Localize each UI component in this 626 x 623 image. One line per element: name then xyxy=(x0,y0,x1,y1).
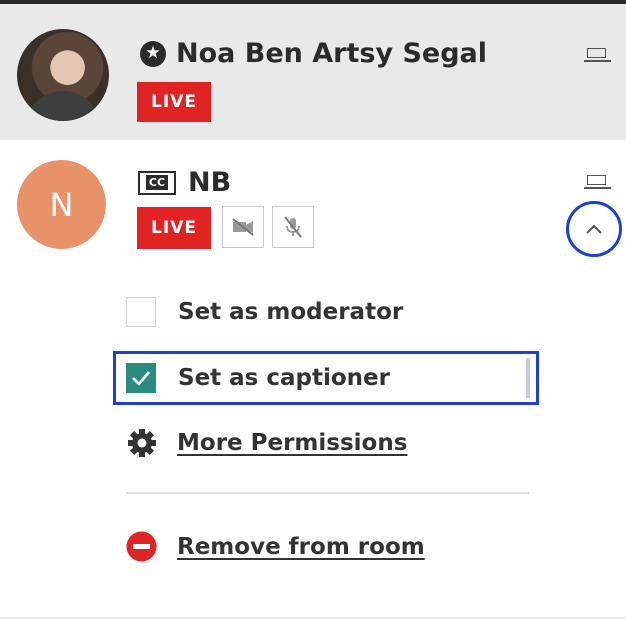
checkmark-icon xyxy=(132,371,150,386)
set-captioner-label: Set as captioner xyxy=(178,365,390,391)
moderator-checkbox[interactable] xyxy=(126,297,156,327)
set-moderator-option[interactable]: Set as moderator xyxy=(126,297,403,327)
live-badge: LIVE xyxy=(137,82,211,122)
bottom-border xyxy=(0,617,626,619)
participant-name-row: CC NB xyxy=(138,167,231,198)
participant-name-row: ★ Noa Ben Artsy Segal xyxy=(140,38,487,69)
star-badge-icon: ★ xyxy=(140,40,166,67)
closed-captions-icon: CC xyxy=(138,170,176,195)
participant-row-noa[interactable]: ★ Noa Ben Artsy Segal LIVE xyxy=(0,4,626,140)
avatar: N xyxy=(17,160,106,249)
live-badge: LIVE xyxy=(137,207,211,249)
laptop-icon xyxy=(584,48,611,62)
gear-icon xyxy=(128,429,156,457)
set-captioner-option[interactable]: Set as captioner xyxy=(126,363,390,393)
captioner-checkbox[interactable] xyxy=(126,363,156,393)
remove-from-room-option[interactable]: Remove from room xyxy=(126,531,425,562)
video-off-icon xyxy=(222,206,264,248)
more-permissions-link[interactable]: More Permissions xyxy=(177,430,407,456)
remove-from-room-link[interactable]: Remove from room xyxy=(177,534,425,560)
avatar xyxy=(17,29,109,121)
remove-circle-icon xyxy=(126,531,157,562)
participant-name: NB xyxy=(188,167,232,198)
participant-name: Noa Ben Artsy Segal xyxy=(176,38,488,69)
mic-off-icon xyxy=(272,206,314,248)
collapse-button[interactable] xyxy=(566,201,622,257)
more-permissions-option[interactable]: More Permissions xyxy=(126,427,407,459)
laptop-icon xyxy=(584,175,611,189)
divider xyxy=(126,492,529,494)
chevron-up-icon xyxy=(586,224,602,234)
set-moderator-label: Set as moderator xyxy=(178,299,404,325)
